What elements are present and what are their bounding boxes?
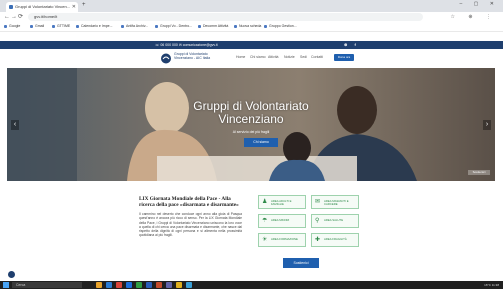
card-label: AREA FORMAZIONE — [271, 237, 298, 241]
card-label: AREA FRAGILITÀ — [324, 237, 347, 241]
article-body: Il cammino nel deserto che conduce ogni … — [139, 212, 242, 238]
news-article: LIX Giornata Mondiale della Pace - Alla … — [139, 196, 242, 238]
new-tab-button[interactable]: + — [82, 2, 86, 8]
system-tray[interactable]: 16°C 11:38 — [484, 281, 499, 289]
menu-item-notizie[interactable]: Notizie — [284, 55, 295, 59]
area-card[interactable]: ⚲ AREA SALUTE — [311, 214, 359, 228]
notes-icon[interactable] — [176, 282, 182, 288]
bookmark-icon — [155, 25, 158, 28]
browser-tab[interactable]: Gruppi di Volontariato Vincen... ✕ — [6, 2, 78, 12]
area-card[interactable]: ☂ AREA MINORI — [258, 214, 306, 228]
card-icon: ♟ — [262, 199, 268, 205]
area-card[interactable]: ✚ AREA FRAGILITÀ — [311, 233, 359, 247]
bookmark-item[interactable]: Google — [4, 22, 20, 31]
powerpoint-icon[interactable] — [156, 282, 162, 288]
bookmark-icon — [30, 25, 33, 28]
menu-item-contatti[interactable]: Contatti — [311, 55, 323, 59]
reload-icon[interactable]: ⟳ — [18, 12, 23, 22]
area-card[interactable]: ☀ AREA FORMAZIONE — [258, 233, 306, 247]
bookmark-item[interactable]: Calendario e Impe... — [76, 22, 113, 31]
bookmark-icon — [234, 25, 237, 28]
bookmarks-bar: Google Gmail GTTIME Calendario e Impe...… — [0, 22, 503, 32]
excel-icon[interactable] — [136, 282, 142, 288]
hero-title-line2: Vincenziano — [218, 112, 284, 126]
card-icon: ✚ — [315, 237, 321, 243]
card-label: AREA SALUTE — [324, 218, 344, 222]
back-icon[interactable]: ← — [4, 12, 10, 22]
bookmark-item[interactable]: Gmail — [30, 22, 44, 31]
bookmark-icon — [4, 25, 7, 28]
hero-carousel: Gruppi di Volontariato Vincenziano Al se… — [7, 68, 495, 181]
logo-text: Gruppi di Volontariato Vincenziano - AIC… — [174, 52, 211, 60]
close-tab-icon[interactable]: ✕ — [72, 2, 76, 12]
windows-start-icon[interactable] — [3, 282, 9, 288]
url-input[interactable]: gvv.it/home/it — [28, 13, 423, 21]
bookmark-icon — [52, 25, 55, 28]
bookmark-item[interactable]: Nuova scheda — [234, 22, 261, 31]
bookmark-icon — [121, 25, 124, 28]
card-icon: ⚲ — [315, 218, 320, 224]
hero-subtitle: Al servizio dei più fragili — [232, 130, 270, 134]
site-header: Gruppi di Volontariato Vincenziano - AIC… — [0, 49, 503, 68]
social-icons[interactable]: ⊛ f — [344, 41, 359, 49]
sostienici-button[interactable]: Sostienici — [283, 258, 319, 268]
area-card[interactable]: ✉ AREA MIGRANTI E CARCERE — [311, 195, 359, 209]
file-explorer-icon[interactable] — [96, 282, 102, 288]
bookmark-icon — [198, 25, 201, 28]
favicon-icon — [9, 5, 13, 9]
word-icon[interactable] — [146, 282, 152, 288]
card-icon: ☂ — [262, 218, 268, 224]
hero-button[interactable]: Chi siamo — [244, 138, 278, 147]
bookmark-icon — [76, 25, 79, 28]
area-card[interactable]: ♟ AREA ADULTI E FAMIGLIE — [258, 195, 306, 209]
hero-corner-badge[interactable]: Sostienici — [468, 170, 490, 175]
tab-title: Gruppi di Volontariato Vincen... — [15, 4, 71, 9]
donate-button[interactable]: Dona ora — [334, 54, 354, 61]
bookmark-item[interactable]: Gruppi Vo - Dentro... — [155, 22, 192, 31]
menu-item-home[interactable]: Home — [236, 55, 245, 59]
card-icon: ✉ — [315, 199, 321, 205]
menu-item-chi-siamo[interactable]: Chi siamo — [250, 55, 266, 59]
taskbar-search-input[interactable]: Cerca — [12, 282, 82, 288]
bookmark-icon — [264, 25, 267, 28]
carousel-prev-icon[interactable]: ‹ — [11, 120, 19, 130]
outlook-icon[interactable] — [126, 282, 132, 288]
os-taskbar: Cerca 16°C 11:38 — [0, 281, 503, 289]
store-icon[interactable] — [186, 282, 192, 288]
card-label: AREA ADULTI E FAMIGLIE — [271, 199, 292, 207]
teams-icon[interactable] — [166, 282, 172, 288]
card-label: AREA MIGRANTI E CARCERE — [324, 199, 349, 207]
browser-action-icons[interactable]: ☆ ⊕ ⋮ — [451, 12, 497, 22]
bookmark-item[interactable]: Decomm Attività — [198, 22, 228, 31]
card-label: AREA MINORI — [271, 218, 290, 222]
forward-icon[interactable]: → — [11, 12, 17, 22]
carousel-next-icon[interactable]: › — [483, 120, 491, 130]
contact-bar: ☏ 06 000 000 ✉ comunicazione@gvv.it ⊛ f — [0, 41, 503, 49]
menu-item-sedi[interactable]: Sedi — [300, 55, 307, 59]
edge-icon[interactable] — [106, 282, 112, 288]
bookmark-item[interactable]: GTTIME — [52, 22, 70, 31]
menu-item-attivita[interactable]: Attività — [268, 55, 279, 59]
card-icon: ☀ — [262, 237, 268, 243]
chrome-icon[interactable] — [116, 282, 122, 288]
bookmark-item[interactable]: Gruppo Gestion... — [264, 22, 297, 31]
article-title[interactable]: LIX Giornata Mondiale della Pace - Alla … — [139, 196, 242, 208]
browser-tab-bar: Gruppi di Volontariato Vincen... ✕ + – ▢… — [0, 0, 503, 12]
contact-info[interactable]: ☏ 06 000 000 ✉ comunicazione@gvv.it — [155, 41, 218, 49]
window-controls[interactable]: – ▢ ✕ — [460, 1, 499, 7]
chat-bubble-icon[interactable] — [8, 271, 15, 278]
bookmark-item[interactable]: Antifa Archiv... — [121, 22, 148, 31]
